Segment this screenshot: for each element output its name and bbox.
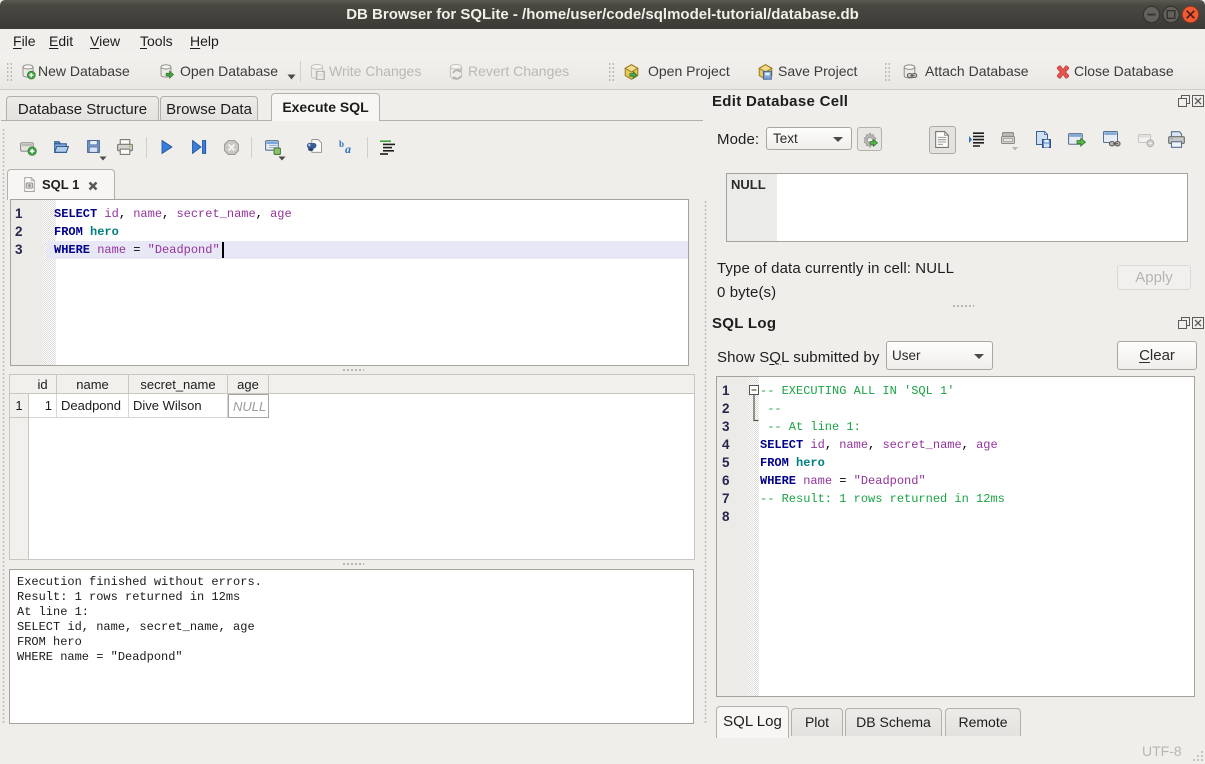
- svg-text:a: a: [345, 142, 351, 156]
- svg-text:b: b: [339, 139, 344, 149]
